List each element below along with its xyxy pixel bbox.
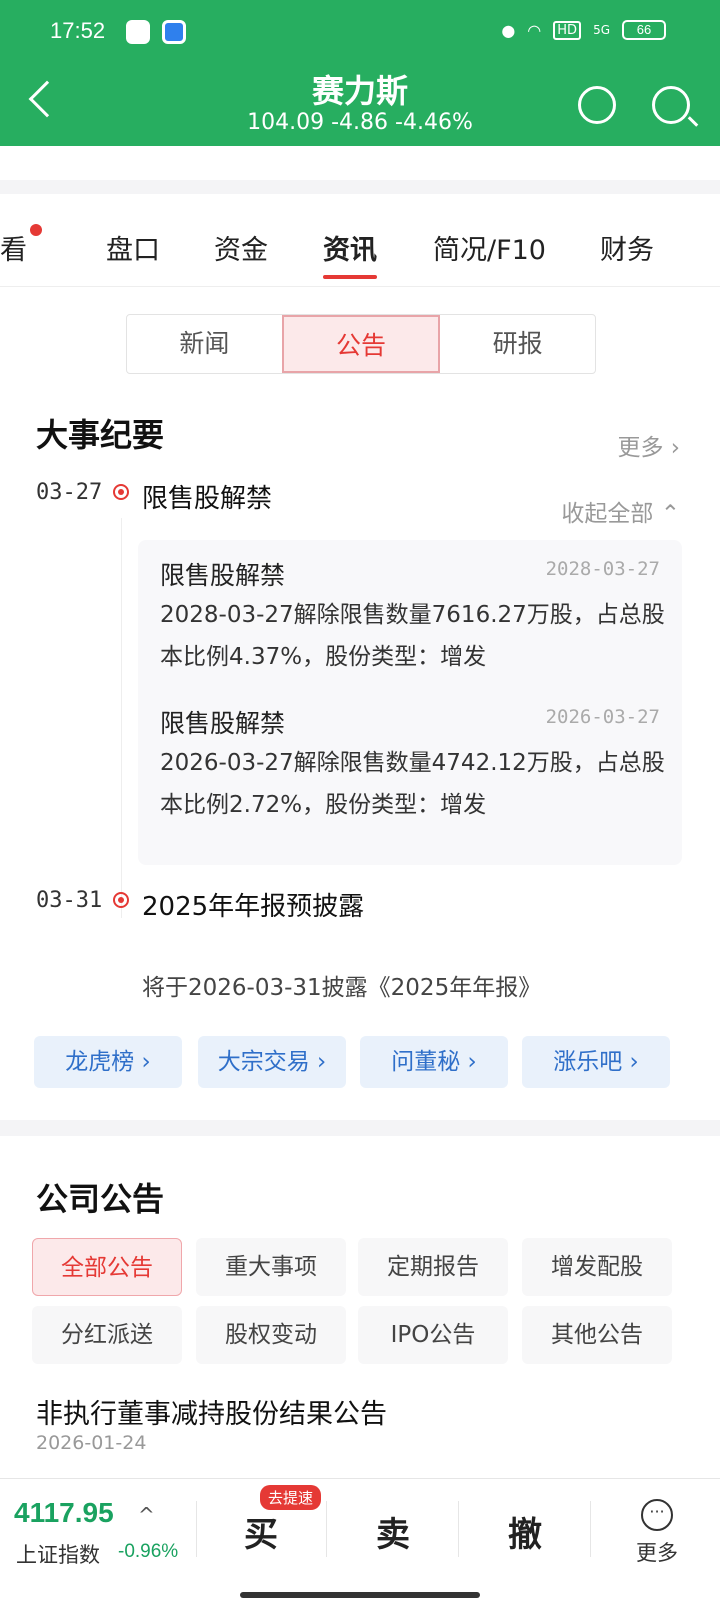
event-title[interactable]: 限售股解禁 xyxy=(142,478,272,515)
filter-all[interactable]: 全部公告 xyxy=(32,1238,182,1296)
hd-icon: HD xyxy=(553,20,582,40)
battery-icon: 66 xyxy=(622,20,666,40)
signal-icon: 5G xyxy=(593,23,610,37)
detail-body: 2028-03-27解除限售数量7616.27万股，占总股本比例4.37%，股份… xyxy=(160,602,665,670)
filter-ipo[interactable]: IPO公告 xyxy=(358,1306,508,1364)
filter-periodic[interactable]: 定期报告 xyxy=(358,1238,508,1296)
section-divider xyxy=(0,180,720,194)
event-date: 03-31 xyxy=(36,888,103,913)
more-icon[interactable]: ··· xyxy=(641,1499,673,1531)
divider xyxy=(458,1501,459,1557)
news-type-segment: 新闻 公告 研报 xyxy=(126,314,596,374)
status-icons: ● ◠ HD 5G 66 xyxy=(501,20,666,40)
timeline-line xyxy=(121,518,122,918)
tab-pankou[interactable]: 盘口 xyxy=(106,228,160,267)
index-name: 上证指数 xyxy=(16,1543,100,1567)
events-more-link[interactable]: 更多 › xyxy=(617,428,680,462)
cancel-order-button[interactable]: 撤 xyxy=(508,1507,542,1556)
status-time: 17:52 xyxy=(50,18,106,43)
notification-dot xyxy=(30,224,42,236)
detail-title: 限售股解禁 xyxy=(160,709,286,738)
detail-date: 2026-03-27 xyxy=(545,706,660,728)
app-notification-icon xyxy=(126,20,150,44)
location-icon: ● xyxy=(501,20,516,40)
timeline-dot xyxy=(113,484,129,500)
divider xyxy=(326,1501,327,1557)
segment-research[interactable]: 研报 xyxy=(440,315,595,373)
notices-title: 公司公告 xyxy=(36,1180,165,1218)
refresh-icon[interactable] xyxy=(578,86,616,124)
index-value[interactable]: 4117.95 xyxy=(14,1497,114,1529)
event-subtitle: 将于2026-03-31披露《2025年年报》 xyxy=(142,975,542,1001)
search-icon[interactable] xyxy=(652,86,690,124)
detail-tabs: 看 盘口 资金 资讯 简况/F10 财务 xyxy=(0,210,720,280)
segment-news[interactable]: 新闻 xyxy=(127,315,282,373)
section-divider xyxy=(0,1120,720,1136)
quick-link-longhubang[interactable]: 龙虎榜 › xyxy=(34,1036,182,1088)
timeline-dot xyxy=(113,892,129,908)
divider xyxy=(590,1501,591,1557)
tab-f10[interactable]: 简况/F10 xyxy=(433,228,546,267)
tab-zixun[interactable]: 资讯 xyxy=(323,228,377,279)
segment-announcements[interactable]: 公告 xyxy=(281,315,441,373)
notice-item-date: 2026-01-24 xyxy=(36,1432,147,1454)
chevron-up-icon[interactable]: ^ xyxy=(138,1503,155,1527)
detail-body: 2026-03-27解除限售数量4742.12万股，占总股本比例2.72%，股份… xyxy=(160,750,665,818)
divider xyxy=(196,1501,197,1557)
quick-link-forum[interactable]: 涨乐吧 › xyxy=(522,1036,670,1088)
filter-other[interactable]: 其他公告 xyxy=(522,1306,672,1364)
index-change: -0.96% xyxy=(118,1541,179,1562)
collapse-all-button[interactable]: 收起全部 ⌃ xyxy=(561,494,680,528)
tabs-divider xyxy=(0,286,720,287)
event-detail-box: 限售股解禁 2028-03-27 2028-03-27解除限售数量7616.27… xyxy=(138,540,682,865)
quick-link-block-trade[interactable]: 大宗交易 › xyxy=(198,1036,346,1088)
detail-title: 限售股解禁 xyxy=(160,561,286,590)
notice-item-title[interactable]: 非执行董事减持股份结果公告 xyxy=(36,1392,387,1431)
sell-button[interactable]: 卖 xyxy=(376,1507,410,1556)
filter-dividend[interactable]: 分红派送 xyxy=(32,1306,182,1364)
app-notification-icon-2 xyxy=(162,20,186,44)
quick-link-ask-secretary[interactable]: 问董秘 › xyxy=(360,1036,508,1088)
app-header: 17:52 ● ◠ HD 5G 66 赛力斯 104.09 -4.86 -4.4… xyxy=(0,0,720,146)
buy-button[interactable]: 买 xyxy=(244,1507,278,1556)
wifi-icon: ◠ xyxy=(527,20,542,40)
filter-equity-change[interactable]: 股权变动 xyxy=(196,1306,346,1364)
home-indicator[interactable] xyxy=(240,1592,480,1598)
filter-issuance[interactable]: 增发配股 xyxy=(522,1238,672,1296)
detail-date: 2028-03-27 xyxy=(545,558,660,580)
tab-kan[interactable]: 看 xyxy=(0,228,27,267)
tab-caiwu[interactable]: 财务 xyxy=(600,228,654,267)
more-button[interactable]: 更多 xyxy=(636,1537,678,1567)
event-date: 03-27 xyxy=(36,480,103,505)
tab-zijin[interactable]: 资金 xyxy=(214,228,268,267)
events-title: 大事纪要 xyxy=(36,416,165,454)
event-title[interactable]: 2025年年报预披露 xyxy=(142,886,364,923)
filter-major[interactable]: 重大事项 xyxy=(196,1238,346,1296)
status-bar: 17:52 ● ◠ HD 5G 66 xyxy=(0,12,720,52)
